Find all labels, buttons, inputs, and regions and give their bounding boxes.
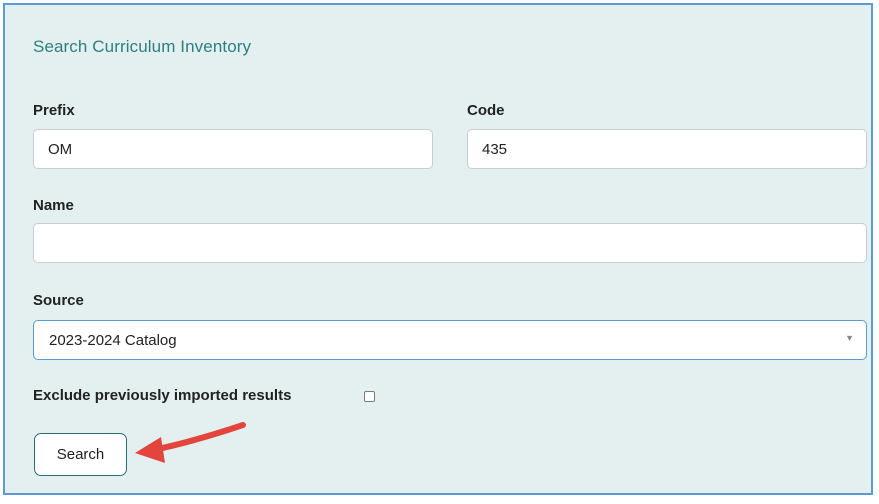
prefix-input[interactable]	[33, 129, 433, 169]
code-input[interactable]	[467, 129, 867, 169]
source-select-value: 2023-2024 Catalog	[49, 332, 177, 349]
source-label: Source	[33, 292, 84, 309]
exclude-label: Exclude previously imported results	[33, 387, 292, 404]
chevron-down-icon: ▼	[845, 333, 854, 343]
prefix-label: Prefix	[33, 102, 75, 119]
source-select[interactable]: 2023-2024 Catalog ▼	[33, 320, 867, 360]
red-arrow-icon	[135, 422, 246, 463]
name-input[interactable]	[33, 223, 867, 263]
name-label: Name	[33, 197, 74, 214]
panel-title: Search Curriculum Inventory	[33, 37, 252, 56]
search-button[interactable]: Search	[34, 433, 127, 476]
search-panel: Search Curriculum Inventory Prefix Code …	[3, 3, 873, 495]
exclude-checkbox[interactable]	[364, 391, 375, 402]
code-label: Code	[467, 102, 505, 119]
